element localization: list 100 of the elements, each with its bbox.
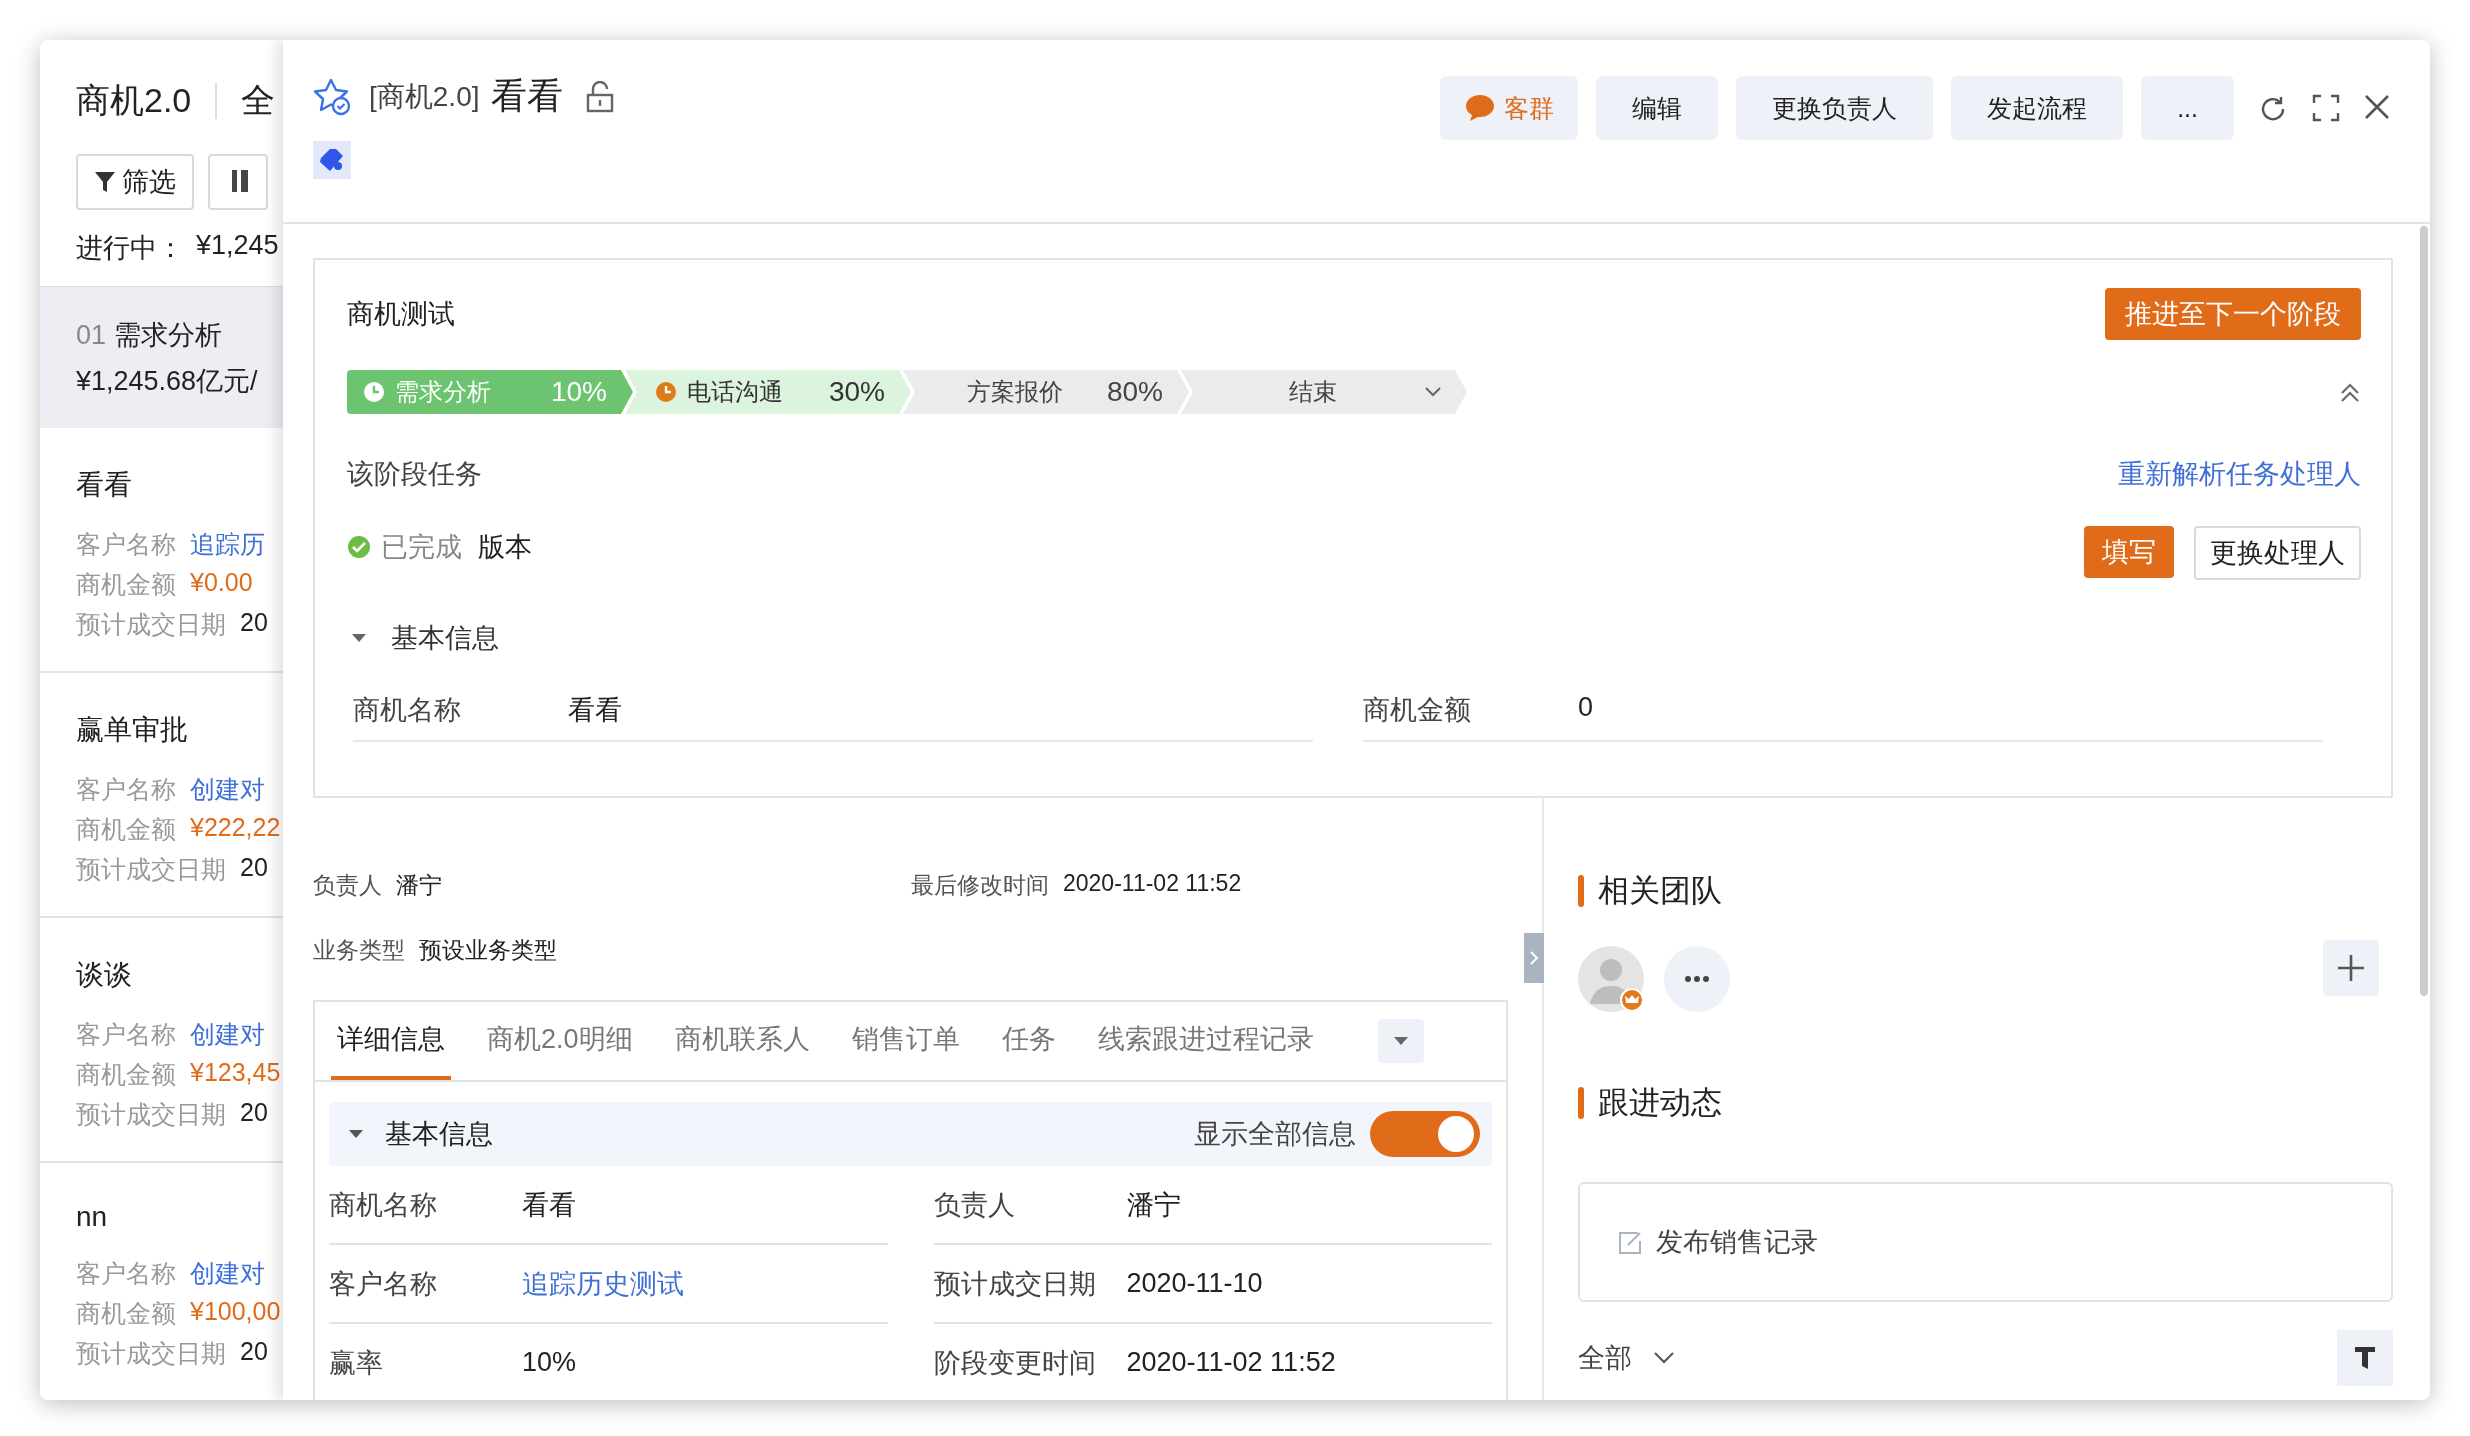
field-value: 看看 — [522, 1188, 576, 1222]
stage-group-header[interactable]: 01 需求分析 ¥1,245.68亿元/ — [40, 286, 283, 428]
caret-icon — [1392, 1035, 1409, 1046]
field-value: 追踪历 — [190, 529, 265, 560]
header-button[interactable]: 编辑 — [1596, 76, 1719, 140]
stage-step[interactable]: 结束 — [1181, 370, 1467, 414]
field-label: 客户名称 — [76, 774, 176, 805]
fullscreen-icon[interactable] — [2312, 94, 2340, 122]
section-title: 基本信息 — [391, 622, 499, 655]
tab[interactable]: 详细信息 — [331, 1002, 451, 1080]
unlock-icon[interactable] — [585, 80, 616, 113]
field-label: 客户名称 — [76, 1019, 176, 1050]
field-label: 赢率 — [329, 1346, 384, 1380]
field-value: 创建对 — [190, 774, 265, 805]
stage-name: 需求分析 — [113, 320, 222, 350]
tab[interactable]: 任务 — [995, 1002, 1062, 1080]
tab[interactable]: 销售订单 — [845, 1002, 966, 1080]
collapse-icon[interactable] — [2339, 381, 2361, 403]
scrollbar[interactable] — [2420, 226, 2428, 996]
star-icon[interactable] — [313, 76, 353, 117]
task-status: 已完成 — [381, 531, 462, 564]
chevron-right-icon — [1529, 950, 1539, 966]
filter-dropdown[interactable]: 全部 — [1578, 1340, 1674, 1376]
field-value: ¥100,00 — [190, 1297, 281, 1327]
field-value: 2020-11-02 11:52 — [1126, 1347, 1336, 1378]
edit-icon — [1618, 1229, 1644, 1255]
object-type: [商机2.0] — [369, 79, 480, 114]
caret-icon — [348, 1128, 364, 1140]
summary-label: 业务类型 — [313, 936, 405, 965]
field-value: ¥222,22 — [190, 813, 281, 843]
clock-icon — [363, 381, 385, 403]
field-label: 负责人 — [933, 1188, 1016, 1222]
tag-icon — [318, 146, 346, 174]
tab[interactable]: 商机2.0明细 — [481, 1002, 639, 1080]
accent-bar — [1578, 1087, 1584, 1119]
summary-label: 最后修改时间 — [911, 871, 1049, 900]
field-value: 创建对 — [190, 1019, 265, 1050]
header-button[interactable]: 发起流程 — [1951, 76, 2124, 140]
field-value: ¥0.00 — [190, 568, 253, 598]
card-title: nn — [76, 1201, 109, 1233]
panel-heading: 跟进动态 — [1598, 1084, 1722, 1122]
avatar[interactable] — [1578, 946, 1644, 1012]
columns-button[interactable] — [208, 154, 268, 210]
card-title: 赢单审批 — [76, 713, 189, 747]
customer-link[interactable]: 追踪历史测试 — [522, 1265, 684, 1302]
field-label: 商机金额 — [76, 1059, 176, 1090]
stage-index: 01 — [76, 320, 107, 350]
add-member-button[interactable] — [2323, 940, 2379, 996]
filter-button[interactable] — [2337, 1330, 2393, 1386]
stage-step[interactable]: 方案报价 80% — [903, 370, 1189, 414]
header-button[interactable]: ... — [2141, 76, 2234, 140]
columns-icon — [230, 167, 250, 194]
field-label: 商机金额 — [76, 569, 176, 600]
clock-icon — [655, 381, 677, 403]
more-tabs-button[interactable] — [1377, 1019, 1424, 1063]
summary-label: 负责人 — [313, 871, 382, 900]
field-label: 客户名称 — [76, 1258, 176, 1289]
panel-heading: 相关团队 — [1598, 872, 1722, 910]
tag-button[interactable] — [313, 141, 351, 179]
caret-icon[interactable] — [351, 632, 367, 644]
field-label: 商机金额 — [76, 1298, 176, 1329]
chevron-down-icon — [1425, 387, 1441, 397]
field-value: 20 — [240, 1337, 268, 1367]
tab[interactable]: 线索跟进过程记录 — [1091, 1002, 1320, 1080]
field-value: 2020-11-10 — [1126, 1268, 1263, 1299]
field-label: 商机金额 — [76, 814, 176, 845]
field-label: 客户名称 — [329, 1267, 438, 1301]
field-value: 潘宁 — [1126, 1188, 1181, 1222]
field-value: 0 — [1578, 692, 1594, 724]
field-label: 预计成交日期 — [76, 854, 226, 885]
summary-value: 预设业务类型 — [419, 936, 557, 965]
plus-icon — [2336, 953, 2366, 983]
filter-icon — [2354, 1345, 2376, 1371]
reparse-link[interactable]: 重新解析任务处理人 — [2118, 456, 2361, 492]
field-label: 商机名称 — [329, 1188, 438, 1222]
chevron-down-icon — [1654, 1352, 1674, 1364]
close-icon[interactable] — [2364, 94, 2390, 120]
filter-icon — [94, 170, 116, 194]
toggle-label: 显示全部信息 — [1194, 1118, 1356, 1151]
summary-value: 潘宁 — [396, 871, 442, 900]
change-handler-button[interactable]: 更换处理人 — [2194, 526, 2361, 580]
tab[interactable]: 商机联系人 — [668, 1002, 816, 1080]
field-value: ¥123,45 — [190, 1058, 281, 1088]
more-icon — [1685, 976, 1709, 982]
header-button[interactable]: 更换负责人 — [1736, 76, 1934, 140]
field-value: 20 — [240, 608, 268, 638]
field-label: 商机金额 — [1363, 694, 1472, 727]
field-label: 客户名称 — [76, 529, 176, 560]
view-selector[interactable]: 全 — [241, 78, 276, 124]
field-label: 阶段变更时间 — [933, 1346, 1097, 1380]
list-title: 商机2.0 — [76, 80, 192, 121]
card-title: 看看 — [76, 468, 133, 502]
field-value: 10% — [522, 1347, 577, 1378]
field-label: 预计成交日期 — [76, 1338, 226, 1369]
toggle-switch[interactable] — [1370, 1111, 1480, 1157]
post-field[interactable]: 发布销售记录 — [1578, 1182, 2393, 1302]
stage-step[interactable]: 电话沟通 30% — [625, 370, 911, 414]
field-label: 商机名称 — [353, 694, 462, 727]
field-value: 看看 — [568, 694, 622, 727]
filter-button[interactable]: 筛选 — [76, 154, 194, 210]
